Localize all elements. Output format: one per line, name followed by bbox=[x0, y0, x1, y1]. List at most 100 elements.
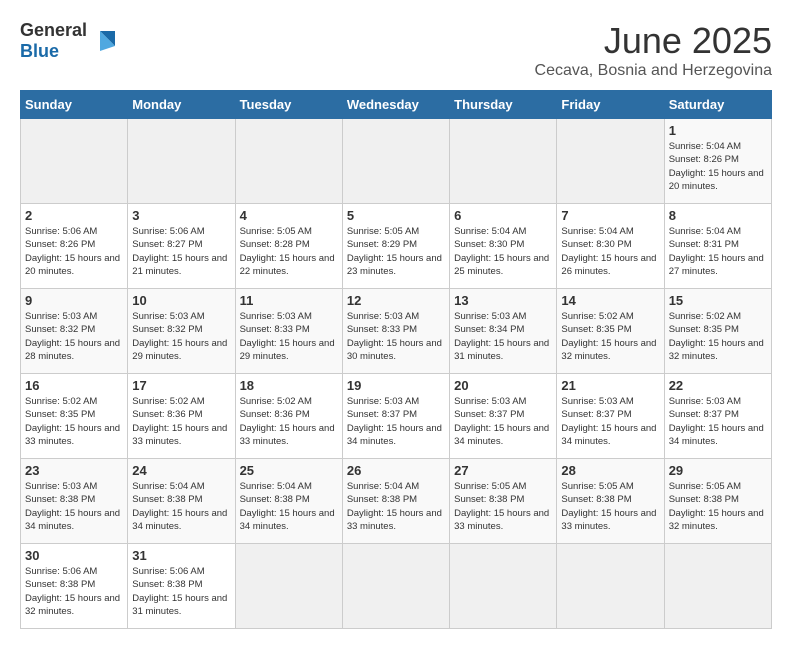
weekday-header: Thursday bbox=[450, 91, 557, 119]
day-number: 27 bbox=[454, 463, 552, 478]
calendar-week-row: 23 Sunrise: 5:03 AM Sunset: 8:38 PM Dayli… bbox=[21, 459, 772, 544]
calendar-cell bbox=[557, 119, 664, 204]
day-detail: Sunrise: 5:06 AM Sunset: 8:38 PM Dayligh… bbox=[25, 565, 123, 618]
day-number: 23 bbox=[25, 463, 123, 478]
calendar-cell: 5 Sunrise: 5:05 AM Sunset: 8:29 PM Daylig… bbox=[342, 204, 449, 289]
day-number: 19 bbox=[347, 378, 445, 393]
calendar-cell: 4 Sunrise: 5:05 AM Sunset: 8:28 PM Daylig… bbox=[235, 204, 342, 289]
calendar-cell bbox=[128, 119, 235, 204]
day-number: 31 bbox=[132, 548, 230, 563]
weekday-header: Friday bbox=[557, 91, 664, 119]
calendar-cell: 1 Sunrise: 5:04 AM Sunset: 8:26 PM Daylig… bbox=[664, 119, 771, 204]
day-number: 5 bbox=[347, 208, 445, 223]
calendar-cell: 22Sunrise: 5:03 AM Sunset: 8:37 PM Dayli… bbox=[664, 374, 771, 459]
calendar-cell: 3Sunrise: 5:06 AM Sunset: 8:27 PM Daylig… bbox=[128, 204, 235, 289]
day-detail: Sunrise: 5:02 AM Sunset: 8:36 PM Dayligh… bbox=[240, 395, 338, 448]
calendar-cell bbox=[21, 119, 128, 204]
calendar-cell bbox=[450, 119, 557, 204]
logo-blue: Blue bbox=[20, 41, 59, 61]
day-detail: Sunrise: 5:03 AM Sunset: 8:33 PM Dayligh… bbox=[347, 310, 445, 363]
calendar-cell: 2Sunrise: 5:06 AM Sunset: 8:26 PM Daylig… bbox=[21, 204, 128, 289]
day-number: 2 bbox=[25, 208, 123, 223]
day-detail: Sunrise: 5:03 AM Sunset: 8:37 PM Dayligh… bbox=[454, 395, 552, 448]
calendar-header-row: SundayMondayTuesdayWednesdayThursdayFrid… bbox=[21, 91, 772, 119]
weekday-header: Saturday bbox=[664, 91, 771, 119]
calendar-week-row: 9 Sunrise: 5:03 AM Sunset: 8:32 PM Daylig… bbox=[21, 289, 772, 374]
day-detail: Sunrise: 5:04 AM Sunset: 8:30 PM Dayligh… bbox=[454, 225, 552, 278]
day-detail: Sunrise: 5:03 AM Sunset: 8:37 PM Dayligh… bbox=[669, 395, 767, 448]
calendar-cell: 20Sunrise: 5:03 AM Sunset: 8:37 PM Dayli… bbox=[450, 374, 557, 459]
day-detail: Sunrise: 5:03 AM Sunset: 8:32 PM Dayligh… bbox=[25, 310, 123, 363]
day-detail: Sunrise: 5:06 AM Sunset: 8:38 PM Dayligh… bbox=[132, 565, 230, 618]
day-detail: Sunrise: 5:06 AM Sunset: 8:27 PM Dayligh… bbox=[132, 225, 230, 278]
day-detail: Sunrise: 5:04 AM Sunset: 8:26 PM Dayligh… bbox=[669, 140, 767, 193]
calendar-cell: 29 Sunrise: 5:05 AM Sunset: 8:38 PM Dayli… bbox=[664, 459, 771, 544]
calendar-cell: 13Sunrise: 5:03 AM Sunset: 8:34 PM Dayli… bbox=[450, 289, 557, 374]
weekday-header: Wednesday bbox=[342, 91, 449, 119]
calendar-cell: 19 Sunrise: 5:03 AM Sunset: 8:37 PM Dayli… bbox=[342, 374, 449, 459]
calendar-cell bbox=[342, 119, 449, 204]
weekday-header: Sunday bbox=[21, 91, 128, 119]
day-number: 14 bbox=[561, 293, 659, 308]
calendar-week-row: 30 Sunrise: 5:06 AM Sunset: 8:38 PM Dayli… bbox=[21, 544, 772, 629]
day-number: 16 bbox=[25, 378, 123, 393]
day-detail: Sunrise: 5:05 AM Sunset: 8:28 PM Dayligh… bbox=[240, 225, 338, 278]
day-detail: Sunrise: 5:04 AM Sunset: 8:30 PM Dayligh… bbox=[561, 225, 659, 278]
day-number: 1 bbox=[669, 123, 767, 138]
day-detail: Sunrise: 5:02 AM Sunset: 8:36 PM Dayligh… bbox=[132, 395, 230, 448]
day-number: 28 bbox=[561, 463, 659, 478]
day-number: 26 bbox=[347, 463, 445, 478]
weekday-header: Monday bbox=[128, 91, 235, 119]
calendar-cell: 21 Sunrise: 5:03 AM Sunset: 8:37 PM Dayli… bbox=[557, 374, 664, 459]
calendar-cell: 26 Sunrise: 5:04 AM Sunset: 8:38 PM Dayli… bbox=[342, 459, 449, 544]
logo-general: General bbox=[20, 20, 87, 40]
day-number: 18 bbox=[240, 378, 338, 393]
day-number: 10 bbox=[132, 293, 230, 308]
day-number: 7 bbox=[561, 208, 659, 223]
calendar-week-row: 2Sunrise: 5:06 AM Sunset: 8:26 PM Daylig… bbox=[21, 204, 772, 289]
day-detail: Sunrise: 5:05 AM Sunset: 8:38 PM Dayligh… bbox=[561, 480, 659, 533]
day-number: 11 bbox=[240, 293, 338, 308]
calendar-cell: 28 Sunrise: 5:05 AM Sunset: 8:38 PM Dayli… bbox=[557, 459, 664, 544]
day-detail: Sunrise: 5:03 AM Sunset: 8:32 PM Dayligh… bbox=[132, 310, 230, 363]
calendar-week-row: 16Sunrise: 5:02 AM Sunset: 8:35 PM Dayli… bbox=[21, 374, 772, 459]
calendar-cell: 24 Sunrise: 5:04 AM Sunset: 8:38 PM Dayli… bbox=[128, 459, 235, 544]
day-number: 12 bbox=[347, 293, 445, 308]
day-detail: Sunrise: 5:04 AM Sunset: 8:31 PM Dayligh… bbox=[669, 225, 767, 278]
day-detail: Sunrise: 5:05 AM Sunset: 8:29 PM Dayligh… bbox=[347, 225, 445, 278]
day-number: 30 bbox=[25, 548, 123, 563]
calendar-cell: 11 Sunrise: 5:03 AM Sunset: 8:33 PM Dayli… bbox=[235, 289, 342, 374]
day-detail: Sunrise: 5:03 AM Sunset: 8:38 PM Dayligh… bbox=[25, 480, 123, 533]
calendar-cell: 9 Sunrise: 5:03 AM Sunset: 8:32 PM Daylig… bbox=[21, 289, 128, 374]
logo: General Blue bbox=[20, 20, 120, 62]
month-title: June 2025 bbox=[535, 20, 772, 62]
day-detail: Sunrise: 5:04 AM Sunset: 8:38 PM Dayligh… bbox=[347, 480, 445, 533]
day-number: 21 bbox=[561, 378, 659, 393]
day-detail: Sunrise: 5:03 AM Sunset: 8:33 PM Dayligh… bbox=[240, 310, 338, 363]
calendar-cell: 6Sunrise: 5:04 AM Sunset: 8:30 PM Daylig… bbox=[450, 204, 557, 289]
day-detail: Sunrise: 5:03 AM Sunset: 8:37 PM Dayligh… bbox=[561, 395, 659, 448]
day-number: 8 bbox=[669, 208, 767, 223]
day-detail: Sunrise: 5:05 AM Sunset: 8:38 PM Dayligh… bbox=[669, 480, 767, 533]
logo-icon bbox=[90, 26, 120, 56]
day-detail: Sunrise: 5:03 AM Sunset: 8:34 PM Dayligh… bbox=[454, 310, 552, 363]
day-detail: Sunrise: 5:04 AM Sunset: 8:38 PM Dayligh… bbox=[240, 480, 338, 533]
day-number: 4 bbox=[240, 208, 338, 223]
day-number: 29 bbox=[669, 463, 767, 478]
day-number: 9 bbox=[25, 293, 123, 308]
calendar-cell bbox=[557, 544, 664, 629]
day-detail: Sunrise: 5:02 AM Sunset: 8:35 PM Dayligh… bbox=[561, 310, 659, 363]
day-detail: Sunrise: 5:04 AM Sunset: 8:38 PM Dayligh… bbox=[132, 480, 230, 533]
calendar-cell bbox=[450, 544, 557, 629]
calendar-cell: 25Sunrise: 5:04 AM Sunset: 8:38 PM Dayli… bbox=[235, 459, 342, 544]
calendar-cell: 12 Sunrise: 5:03 AM Sunset: 8:33 PM Dayli… bbox=[342, 289, 449, 374]
calendar-cell: 17Sunrise: 5:02 AM Sunset: 8:36 PM Dayli… bbox=[128, 374, 235, 459]
weekday-header: Tuesday bbox=[235, 91, 342, 119]
day-detail: Sunrise: 5:05 AM Sunset: 8:38 PM Dayligh… bbox=[454, 480, 552, 533]
location-title: Cecava, Bosnia and Herzegovina bbox=[535, 62, 772, 80]
calendar-cell: 14 Sunrise: 5:02 AM Sunset: 8:35 PM Dayli… bbox=[557, 289, 664, 374]
day-detail: Sunrise: 5:03 AM Sunset: 8:37 PM Dayligh… bbox=[347, 395, 445, 448]
calendar-cell: 16Sunrise: 5:02 AM Sunset: 8:35 PM Dayli… bbox=[21, 374, 128, 459]
day-number: 24 bbox=[132, 463, 230, 478]
day-number: 15 bbox=[669, 293, 767, 308]
